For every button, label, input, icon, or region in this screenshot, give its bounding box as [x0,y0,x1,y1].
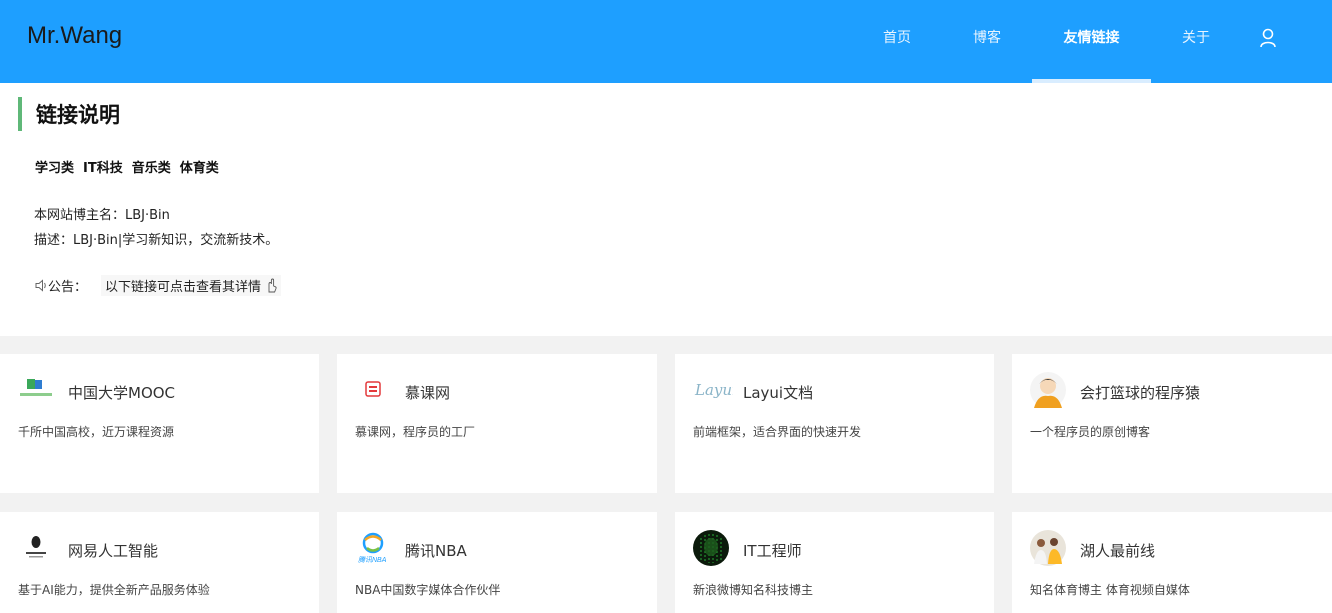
link-card-netease-ai[interactable]: 网易人工智能 基于AI能力，提供全新产品服务体验 [0,512,319,613]
link-intro-panel: 链接说明 学习类 IT科技 音乐类 体育类 本网站博主名：LBJ·Bin 描述：… [0,83,1332,336]
avatar-icon [1030,372,1066,408]
description-line: 描述：LBJ·Bin|学习新知识，交流新技术。 [34,233,279,248]
card-description: 慕课网，程序员的工厂 [355,425,476,439]
card-description: 一个程序员的原创博客 [1030,425,1151,439]
lakers-avatar [1030,530,1066,566]
category-list: 学习类 IT科技 音乐类 体育类 [35,157,219,176]
user-icon[interactable] [1258,28,1278,48]
netease-ai-logo [18,530,54,566]
svg-text:Layui: Layui [694,381,733,399]
notice: 公告： 以下链接可点击查看其详情 [35,275,282,296]
category-study[interactable]: 学习类 [35,157,74,176]
link-card-layui[interactable]: Layui Layui文档 前端框架，适合界面的快速开发 [675,354,994,493]
card-title: IT工程师 [743,542,802,560]
notice-text: 以下链接可点击查看其详情 [101,275,282,296]
card-title: 腾讯NBA [405,542,467,560]
card-description: 前端框架，适合界面的快速开发 [693,425,862,439]
layui-logo: Layui [693,372,733,408]
card-title: 中国大学MOOC [68,384,176,402]
card-title: Layui文档 [743,384,814,402]
category-music[interactable]: 音乐类 [132,157,171,176]
link-card-it-engineer[interactable]: IT工程师 新浪微博知名科技博主 [675,512,994,613]
card-description: 新浪微博知名科技博主 [693,583,814,597]
card-title: 会打篮球的程序猿 [1080,384,1201,402]
category-it[interactable]: IT科技 [83,157,123,176]
pointer-hand-icon [268,278,277,293]
nav-home[interactable]: 首页 [872,0,922,83]
mooc-logo [18,372,54,408]
owner-line: 本网站博主名：LBJ·Bin [34,208,170,223]
page-title: 链接说明 [36,103,120,127]
notice-label: 公告： [48,280,88,295]
site-logo[interactable]: Mr.Wang [27,22,122,50]
link-card-tencent-nba[interactable]: 腾讯NBA 腾讯NBA NBA中国数字媒体合作伙伴 [337,512,657,613]
card-description: 基于AI能力，提供全新产品服务体验 [18,583,210,597]
card-title: 慕课网 [405,384,451,402]
card-description: NBA中国数字媒体合作伙伴 [355,583,501,597]
category-sports[interactable]: 体育类 [180,157,219,176]
nav-blog[interactable]: 博客 [962,0,1012,83]
title-accent-bar [18,97,22,131]
link-card-blogger[interactable]: 会打篮球的程序猿 一个程序员的原创博客 [1012,354,1332,493]
card-description: 知名体育博主 体育视频自媒体 [1030,583,1190,597]
imooc-logo [355,372,391,408]
notice-message: 以下链接可点击查看其详情 [105,280,262,295]
card-title: 湖人最前线 [1080,542,1156,560]
link-card-lakers[interactable]: 湖人最前线 知名体育博主 体育视频自媒体 [1012,512,1332,613]
it-engineer-avatar [693,530,729,566]
top-navbar: Mr.Wang 首页 博客 友情链接 关于 [0,0,1332,83]
link-card-imooc[interactable]: 慕课网 慕课网，程序员的工厂 [337,354,657,493]
nav-friend-links[interactable]: 友情链接 [1032,0,1151,83]
speaker-icon [35,279,46,292]
card-title: 网易人工智能 [68,542,159,560]
link-card-mooc[interactable]: 中国大学MOOC 千所中国高校，近万课程资源 [0,354,319,493]
tencent-nba-logo: 腾讯NBA [355,530,391,566]
card-description: 千所中国高校，近万课程资源 [18,425,175,439]
nav-about[interactable]: 关于 [1171,0,1221,83]
svg-text:腾讯NBA: 腾讯NBA [358,556,387,564]
